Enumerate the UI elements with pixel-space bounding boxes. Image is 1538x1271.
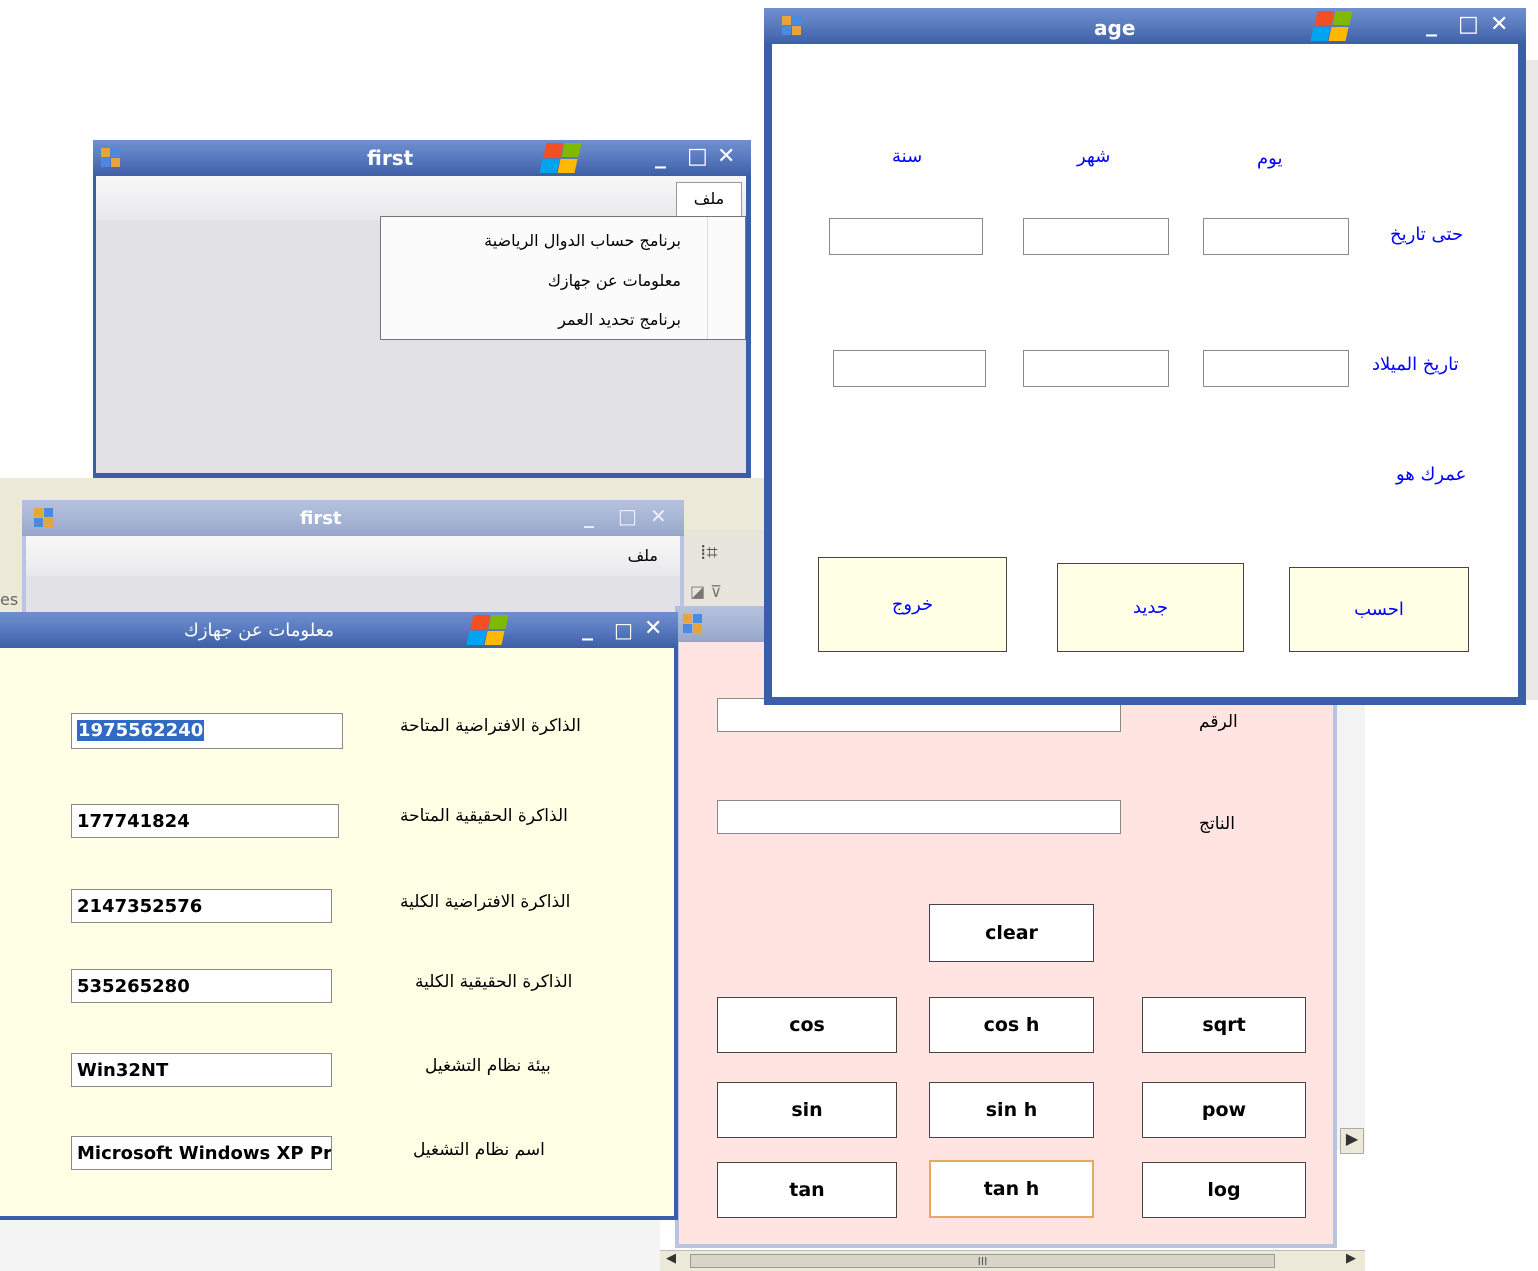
available-physical-memory-label: الذاكرة الحقيقية المتاحة <box>400 806 568 826</box>
sinh-button[interactable]: sin h <box>929 1082 1094 1138</box>
pow-button[interactable]: pow <box>1142 1082 1306 1138</box>
birth-month-field[interactable] <box>1023 350 1169 387</box>
scrollbar-thumb[interactable]: III <box>690 1254 1275 1268</box>
clear-button[interactable]: clear <box>929 904 1094 962</box>
title-bar[interactable]: first _ □ ✕ <box>22 500 684 536</box>
client-area: سنة شهر يوم حتى تاريخ تاريخ الميلاد عمرك… <box>772 44 1518 697</box>
window-title: first <box>300 508 342 529</box>
menu-item-sysinfo[interactable]: معلومات عن جهازك <box>548 271 681 290</box>
window-first-menu: first _ □ ✕ ملف برنامج حساب الدوال الريا… <box>93 140 751 478</box>
number-label: الرقم <box>1199 712 1238 732</box>
window-first-inactive: first _ □ ✕ ملف <box>22 500 684 615</box>
menu-file[interactable]: ملف <box>628 546 658 565</box>
total-physical-memory-field[interactable]: 535265280 <box>71 969 332 1003</box>
client-area: ملف برنامج حساب الدوال الرياضية معلومات … <box>96 176 746 473</box>
scroll-arrow-left[interactable]: ◀ <box>662 1251 680 1270</box>
window-system-info: معلومات عن جهازك _ □ ✕ 1975562240 الذاكر… <box>0 612 678 1220</box>
month-column-label: شهر <box>1077 146 1111 167</box>
year-column-label: سنة <box>892 146 923 167</box>
until-date-label: حتى تاريخ <box>1390 224 1464 245</box>
close-icon[interactable]: ✕ <box>644 616 662 641</box>
tanh-button[interactable]: tan h <box>929 1160 1094 1218</box>
result-label: الناتج <box>1199 814 1235 834</box>
cosh-button[interactable]: cos h <box>929 997 1094 1053</box>
birth-year-field[interactable] <box>833 350 986 387</box>
menu-item-age[interactable]: برنامج تحديد العمر <box>558 310 681 329</box>
birth-day-field[interactable] <box>1203 350 1349 387</box>
maximize-icon[interactable]: □ <box>618 504 637 528</box>
windows-logo-icon <box>1310 9 1353 43</box>
client-area: الرقم الناتج clear cos cos h sqrt sin si… <box>679 642 1333 1244</box>
tan-button[interactable]: tan <box>717 1162 897 1218</box>
client-area <box>26 576 680 615</box>
exit-button[interactable]: خروج <box>818 557 1007 652</box>
background-fragment-text: es <box>0 590 19 609</box>
available-physical-memory-field[interactable]: 177741824 <box>71 804 339 838</box>
dropdown-menu: برنامج حساب الدوال الرياضية معلومات عن ج… <box>380 216 746 340</box>
sin-button[interactable]: sin <box>717 1082 897 1138</box>
until-year-field[interactable] <box>829 218 983 255</box>
background-right-edge <box>1526 60 1538 700</box>
toolbar-icon: ◪ ⊽ <box>690 582 722 601</box>
title-bar[interactable]: first _ □ ✕ <box>93 140 751 176</box>
result-field[interactable] <box>717 800 1121 834</box>
minimize-icon[interactable]: _ <box>1426 12 1437 37</box>
close-icon[interactable]: ✕ <box>717 144 735 169</box>
your-age-label: عمرك هو <box>1396 464 1467 485</box>
new-button[interactable]: جديد <box>1057 563 1244 652</box>
maximize-icon[interactable]: □ <box>614 618 633 642</box>
birth-date-label: تاريخ الميلاد <box>1372 354 1459 375</box>
until-month-field[interactable] <box>1023 218 1169 255</box>
app-icon <box>34 508 54 528</box>
menu-item-math[interactable]: برنامج حساب الدوال الرياضية <box>484 231 681 250</box>
window-title: first <box>367 146 414 170</box>
day-column-label: يوم <box>1257 148 1283 169</box>
available-virtual-memory-field[interactable]: 1975562240 <box>71 713 343 749</box>
minimize-icon[interactable]: _ <box>582 616 593 641</box>
menu-bar: ملف <box>26 536 680 576</box>
menu-bar <box>96 176 746 220</box>
title-bar[interactable]: معلومات عن جهازك _ □ ✕ <box>0 612 678 648</box>
window-title: age <box>1094 16 1136 40</box>
os-platform-label: بيئة نظام التشغيل <box>425 1056 551 1076</box>
window-title: معلومات عن جهازك <box>184 620 334 641</box>
total-physical-memory-label: الذاكرة الحقيقية الكلية <box>415 972 573 992</box>
minimize-icon[interactable]: _ <box>655 144 666 169</box>
windows-logo-icon <box>466 613 509 647</box>
calculate-button[interactable]: احسب <box>1289 567 1469 652</box>
menu-separator <box>707 217 708 339</box>
os-name-field[interactable]: Microsoft Windows XP Pro <box>71 1136 332 1170</box>
os-platform-field[interactable]: Win32NT <box>71 1053 332 1087</box>
close-icon[interactable]: ✕ <box>1490 12 1508 37</box>
app-icon <box>101 148 121 168</box>
sqrt-button[interactable]: sqrt <box>1142 997 1306 1053</box>
os-name-label: اسم نظام التشغيل <box>413 1140 545 1160</box>
menu-file[interactable]: ملف <box>676 182 742 216</box>
scroll-arrow-right[interactable]: ▶ <box>1340 1128 1364 1154</box>
window-age: age _ □ ✕ سنة شهر يوم حتى تاريخ تاريخ ال… <box>764 8 1526 705</box>
windows-logo-icon <box>539 141 582 175</box>
app-icon <box>782 16 802 36</box>
maximize-icon[interactable]: □ <box>1458 12 1479 37</box>
total-virtual-memory-field[interactable]: 2147352576 <box>71 889 332 923</box>
title-bar[interactable]: age _ □ ✕ <box>764 8 1526 44</box>
total-virtual-memory-label: الذاكرة الافتراضية الكلية <box>400 892 571 912</box>
until-day-field[interactable] <box>1203 218 1349 255</box>
background-bottom-left <box>0 1216 660 1271</box>
close-icon[interactable]: ✕ <box>650 504 667 528</box>
scroll-arrow-right[interactable]: ▶ <box>1342 1251 1360 1270</box>
client-area: 1975562240 الذاكرة الافتراضية المتاحة 17… <box>0 648 674 1216</box>
app-icon <box>683 614 703 634</box>
toolbar-icon: ⁞⌗ <box>700 540 718 564</box>
minimize-icon[interactable]: _ <box>584 504 594 528</box>
available-virtual-memory-label: الذاكرة الافتراضية المتاحة <box>400 716 581 736</box>
log-button[interactable]: log <box>1142 1162 1306 1218</box>
maximize-icon[interactable]: □ <box>687 144 708 169</box>
cos-button[interactable]: cos <box>717 997 897 1053</box>
